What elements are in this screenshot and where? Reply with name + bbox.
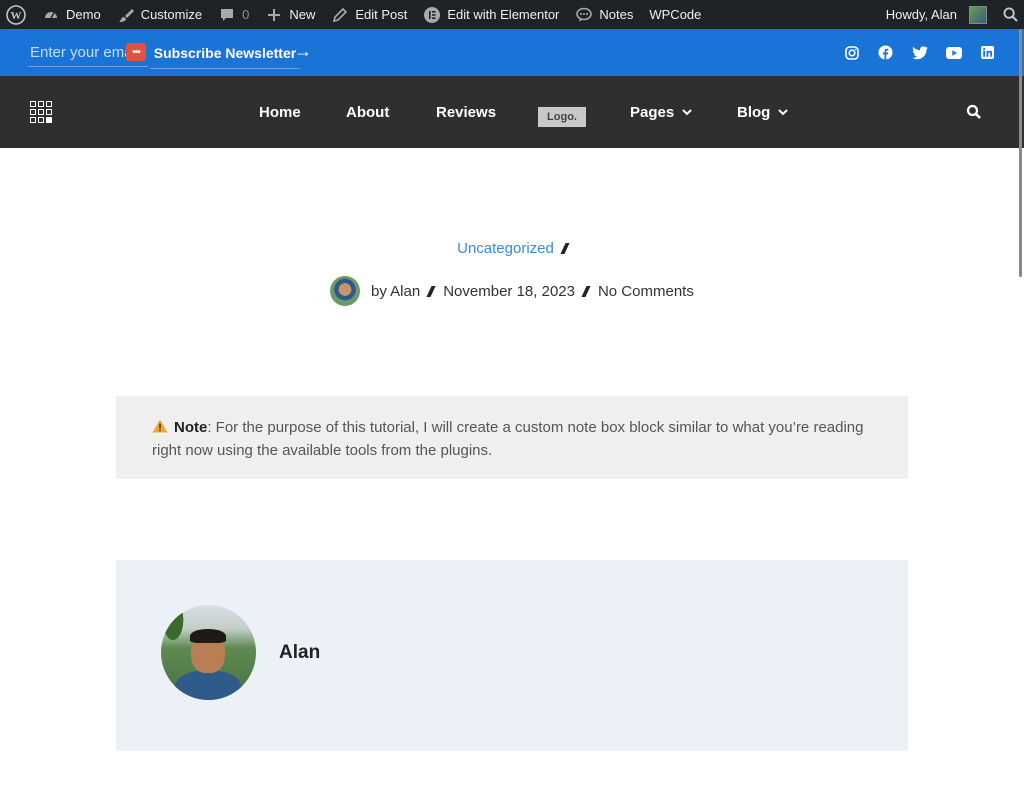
admin-bar-account[interactable]: Howdy, Alan [878,0,995,29]
user-avatar [969,5,987,24]
search-icon[interactable] [966,104,982,120]
linkedin-icon[interactable] [979,44,996,61]
author-box: Alan [116,560,908,751]
admin-bar-customize[interactable]: Customize [109,0,210,29]
notes-icon [575,6,593,24]
brush-icon [117,6,135,24]
grid-menu-icon[interactable] [30,101,52,123]
separator-icon [560,243,570,254]
note-box: Note: For the purpose of this tutorial, … [116,396,908,479]
social-links [843,44,996,61]
note-text: : For the purpose of this tutorial, I wi… [152,419,864,459]
arrow-right-icon[interactable]: → [294,41,312,62]
site-logo[interactable]: Logo. [538,107,586,127]
elementor-icon [423,6,441,24]
admin-bar-elementor[interactable]: Edit with Elementor [415,0,567,29]
plus-icon [265,6,283,24]
facebook-icon[interactable] [877,44,894,61]
dashboard-icon [42,6,60,24]
author-avatar[interactable] [330,276,360,306]
site-name: Demo [66,7,101,22]
admin-bar-comments[interactable]: 0 [210,0,257,29]
password-manager-icon[interactable]: ••• [126,43,146,61]
notes-label: Notes [599,7,634,22]
chevron-down-icon [682,108,692,116]
post-meta: by Alan November 18, 2023 No Comments [330,275,694,307]
category-link[interactable]: Uncategorized [457,240,554,257]
admin-bar-search[interactable] [995,0,1024,29]
howdy-label: Howdy, Alan [885,7,957,22]
wordpress-icon: W [6,4,26,25]
post-author[interactable]: by Alan [371,283,420,300]
nav-reviews-label: Reviews [436,103,497,121]
warning-icon [152,419,168,433]
main-navigation: Home About Reviews Logo. Pages Blog [0,76,1024,148]
youtube-icon[interactable] [945,44,962,61]
post-date[interactable]: November 18, 2023 [443,283,575,300]
edit-elementor-label: Edit with Elementor [447,7,560,22]
twitter-icon[interactable] [911,44,928,61]
comments-count: 0 [242,7,250,22]
nav-item-blog[interactable]: Blog [737,76,789,148]
new-label: New [289,7,316,22]
admin-bar-wpcode[interactable]: WPCode [641,0,709,29]
newsletter-bar: ••• Subscribe Newsletter → [0,29,1024,76]
instagram-icon[interactable] [843,44,860,61]
note-label: Note [174,419,208,436]
separator-icon [426,285,436,297]
svg-text:W: W [11,10,22,22]
nav-item-home[interactable]: Home [259,76,301,148]
author-name[interactable]: Alan [279,642,320,664]
admin-bar-edit-post[interactable]: Edit Post [323,0,415,29]
post-comments[interactable]: No Comments [598,283,694,300]
post-category: Uncategorized [0,240,1024,257]
admin-bar-new[interactable]: New [257,0,323,29]
wpcode-label: WPCode [649,7,702,22]
admin-bar-notes[interactable]: Notes [567,0,641,29]
pencil-icon [331,6,349,24]
search-icon [1003,7,1018,22]
edit-post-label: Edit Post [355,7,408,22]
nav-about-label: About [346,103,390,121]
nav-home-label: Home [259,103,301,121]
nav-item-about[interactable]: About [346,76,389,148]
nav-blog-label: Blog [737,103,771,121]
nav-item-reviews[interactable]: Reviews [436,76,496,148]
admin-bar: W Demo Customize 0 New Edit Post Edit wi… [0,0,1024,29]
customize-label: Customize [140,7,203,22]
subscribe-newsletter-button[interactable]: Subscribe Newsletter [150,37,300,69]
wordpress-logo[interactable]: W [0,0,34,29]
author-photo[interactable] [161,605,256,700]
nav-pages-label: Pages [630,103,675,121]
comment-icon [218,6,236,24]
chevron-down-icon [778,108,789,116]
admin-bar-site[interactable]: Demo [34,0,109,29]
nav-item-pages[interactable]: Pages [630,76,692,148]
separator-icon [581,285,591,297]
